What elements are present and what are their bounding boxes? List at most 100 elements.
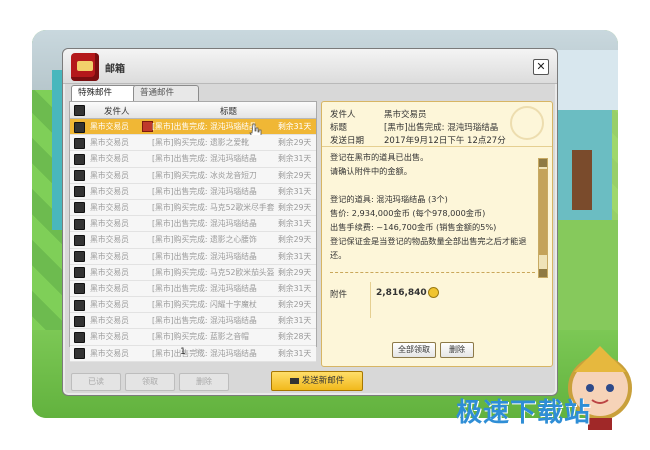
body-line: 售价: 2,934,000金币 (每个978,000金币) xyxy=(330,208,486,218)
row-title: [黑市]出售完成: 混沌玛瑙结晶 xyxy=(152,219,257,229)
row-remaining: 剩余31天 xyxy=(278,122,312,131)
mail-row[interactable]: 黑市交易员 [黑市]购买完成: 蓝影之音帽 剩余28天 xyxy=(70,329,316,346)
row-checkbox[interactable] xyxy=(74,186,85,198)
seal-icon xyxy=(510,106,544,140)
row-sender: 黑市交易员 xyxy=(90,154,129,164)
row-checkbox[interactable] xyxy=(74,234,85,246)
row-sender: 黑市交易员 xyxy=(90,316,129,326)
scroll-up-icon[interactable] xyxy=(539,159,547,167)
send-new-mail-button[interactable]: 发送新邮件 xyxy=(271,371,363,391)
next-page-icon[interactable]: ≫ xyxy=(195,347,204,357)
mail-detail-panel: 发件人 黑市交易员 标题 [黑市]出售完成: 混沌玛瑙结晶 发送日期 2017年… xyxy=(321,101,553,367)
divider xyxy=(330,272,535,273)
tab-normal-mail[interactable]: 普通邮件 xyxy=(133,85,199,101)
row-title: [黑市]购买完成: 冰炎龙音短刀 xyxy=(152,170,257,180)
send-new-mail-label: 发送新邮件 xyxy=(301,376,345,386)
row-title: [黑市]购买完成: 马克52欧米茄头盔 xyxy=(152,267,275,277)
row-remaining: 剩余29天 xyxy=(278,235,312,245)
row-title: [黑市]购买完成: 遗影之爱靴 xyxy=(152,138,249,148)
detail-delete-button[interactable]: 删除 xyxy=(440,342,474,358)
tab-special-mail[interactable]: 特殊邮件 xyxy=(71,85,137,101)
row-checkbox[interactable] xyxy=(74,121,85,133)
row-checkbox[interactable] xyxy=(74,170,85,182)
mail-row[interactable]: 黑市交易员 [黑市]购买完成: 马克52欧米茄头盔 剩余29天 xyxy=(70,264,316,281)
mail-row[interactable]: 黑市交易员 [黑市]出售完成: 混沌玛瑙结晶 剩余31天 xyxy=(70,313,316,330)
row-sender: 黑市交易员 xyxy=(90,267,129,277)
attachment-amount: 2,816,840 xyxy=(376,288,427,298)
header-title: 标题 xyxy=(220,107,238,117)
row-title: [黑市]出售完成: 混沌玛瑙结晶 xyxy=(152,186,257,196)
mail-row[interactable]: 黑市交易员 [黑市]购买完成: 遗影之心腰饰 剩余29天 xyxy=(70,232,316,249)
row-title: [黑市]出售完成: 混沌玛瑙结晶 xyxy=(152,316,257,326)
row-remaining: 剩余29天 xyxy=(278,202,312,212)
row-remaining: 剩余29天 xyxy=(278,300,312,310)
receive-all-button[interactable]: 全部领取 xyxy=(392,342,436,358)
row-title: [黑市]购买完成: 蓝影之音帽 xyxy=(152,332,249,342)
row-sender: 黑市交易员 xyxy=(90,170,129,180)
coin-icon xyxy=(428,287,439,298)
mail-row[interactable]: 黑市交易员 [黑市]购买完成: 冰炎龙音短刀 剩余29天 xyxy=(70,167,316,184)
select-all-checkbox[interactable] xyxy=(74,105,85,116)
body-line: 请确认附件中的金额。 xyxy=(330,166,412,176)
row-sender: 黑市交易员 xyxy=(90,300,129,310)
window-title: 邮箱 xyxy=(105,64,125,75)
row-sender: 黑市交易员 xyxy=(90,202,129,212)
row-checkbox[interactable] xyxy=(74,283,85,295)
mail-row[interactable]: 黑市交易员 [黑市]购买完成: 马克52歌米尽手套 剩余29天 xyxy=(70,199,316,217)
row-checkbox[interactable] xyxy=(74,267,85,279)
date-value: 2017年9月12日下午 12点27分 xyxy=(384,136,506,146)
body-line xyxy=(330,178,535,192)
title-value: [黑市]出售完成: 混沌玛瑙结晶 xyxy=(384,123,499,133)
row-title: [黑市]出售完成: 混沌玛瑙结晶 xyxy=(152,251,257,261)
row-checkbox[interactable] xyxy=(74,218,85,230)
row-remaining: 剩余31天 xyxy=(278,154,312,164)
watermark-text: 极速下载站 xyxy=(456,398,592,428)
row-checkbox[interactable] xyxy=(74,315,85,327)
close-button[interactable]: ✕ xyxy=(533,59,549,75)
mail-row[interactable]: 黑市交易员 [黑市]出售完成: 混沌玛瑙结晶 剩余31天 xyxy=(70,119,316,139)
row-sender: 黑市交易员 xyxy=(90,219,129,229)
mail-row[interactable]: 黑市交易员 [黑市]购买完成: 遗影之爱靴 剩余29天 xyxy=(70,135,316,152)
row-title: [黑市]购买完成: 遗影之心腰饰 xyxy=(152,235,257,245)
scroll-down-icon[interactable] xyxy=(539,269,547,277)
row-checkbox[interactable] xyxy=(74,251,85,262)
envelope-icon xyxy=(289,377,299,384)
row-remaining: 剩余31天 xyxy=(278,283,312,293)
mail-info: 发件人 黑市交易员 标题 [黑市]出售完成: 混沌玛瑙结晶 发送日期 2017年… xyxy=(322,102,552,147)
mail-row[interactable]: 黑市交易员 [黑市]出售完成: 混沌玛瑙结晶 剩余31天 xyxy=(70,183,316,200)
row-remaining: 剩余29天 xyxy=(278,138,312,148)
page-number: 1 xyxy=(179,347,186,357)
sender-label: 发件人 xyxy=(330,110,356,120)
row-checkbox[interactable] xyxy=(74,153,85,165)
mail-row[interactable]: 黑市交易员 [黑市]购买完成: 闪耀十字魔杖 剩余29天 xyxy=(70,297,316,314)
row-remaining: 剩余31天 xyxy=(278,251,312,261)
mail-list: 发件人 标题 黑市交易员 [黑市]出售完成: 混沌玛瑙结晶 剩余31天 黑市交易员 [黑… xyxy=(69,101,317,362)
row-remaining: 剩余31天 xyxy=(278,316,312,326)
row-title: [黑市]购买完成: 闪耀十字魔杖 xyxy=(152,300,257,310)
mail-row[interactable]: 黑市交易员 [黑市]出售完成: 混沌玛瑙结晶 剩余31天 xyxy=(70,151,316,168)
mail-row[interactable]: 黑市交易员 [黑市]出售完成: 混沌玛瑙结晶 剩余31天 xyxy=(70,248,316,265)
mail-row[interactable]: 黑市交易员 [黑市]出售完成: 混沌玛瑙结晶 剩余31天 xyxy=(70,216,316,233)
receive-button[interactable]: 领取 xyxy=(125,373,175,391)
row-checkbox[interactable] xyxy=(74,299,85,311)
scroll-thumb[interactable] xyxy=(539,169,547,255)
window-header: 邮箱 ✕ xyxy=(63,49,557,84)
row-sender: 黑市交易员 xyxy=(90,235,129,245)
row-remaining: 剩余28天 xyxy=(278,332,312,342)
mail-row[interactable]: 黑市交易员 [黑市]出售完成: 混沌玛瑙结晶 剩余31天 xyxy=(70,280,316,298)
mark-read-button[interactable]: 已读 xyxy=(71,373,121,391)
row-title: [黑市]出售完成: 混沌玛瑙结晶 xyxy=(152,154,257,164)
row-checkbox[interactable] xyxy=(74,202,85,214)
row-checkbox[interactable] xyxy=(74,331,85,343)
body-scrollbar[interactable] xyxy=(538,158,548,278)
delete-button[interactable]: 删除 xyxy=(179,373,229,391)
row-title: [黑市]出售完成: 混沌玛瑙结晶 xyxy=(152,283,257,293)
mailbox-window: 邮箱 ✕ 特殊邮件 普通邮件 发件人 标题 黑市交易员 [黑市]出售完成: 混沌玛… xyxy=(62,48,558,396)
body-line: 登记的道具: 混沌玛瑙结晶 (3个) xyxy=(330,194,448,204)
row-sender: 黑市交易员 xyxy=(90,251,129,261)
row-sender: 黑市交易员 xyxy=(90,186,129,196)
row-checkbox[interactable] xyxy=(74,137,85,149)
row-remaining: 剩余29天 xyxy=(278,170,312,180)
body-line: 登记保证金是当登记的物品数量全部出售完之后才能退 xyxy=(330,236,527,246)
row-title: [黑市]购买完成: 马克52歌米尽手套 xyxy=(152,202,275,212)
